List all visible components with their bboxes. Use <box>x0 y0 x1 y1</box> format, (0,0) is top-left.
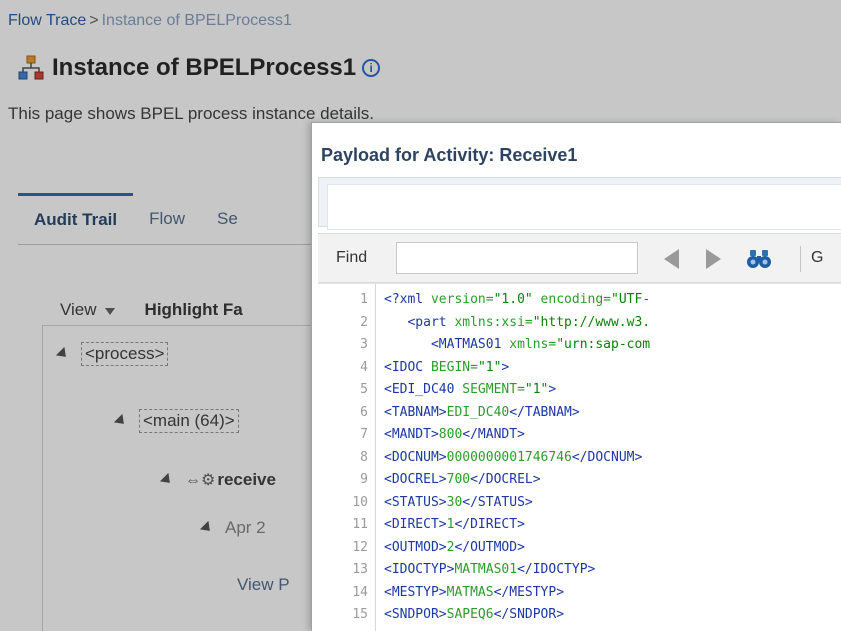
code-text: <part xmlns:xsi="http://www.w3. <box>407 314 651 330</box>
line-number: 3 <box>360 337 368 352</box>
line-number: 6 <box>360 404 368 420</box>
line-number: 11 <box>352 517 368 532</box>
line-number: 8 <box>360 449 368 465</box>
code-text: <STATUS>30</STATUS> <box>384 494 533 510</box>
line-number: 12 <box>352 539 368 555</box>
code-line: 15 <SNDPOR>SAPEQ6</SNDPOR> <box>318 607 564 623</box>
line-number: 14 <box>352 584 368 600</box>
code-text: <MESTYP>MATMAS</MESTYP> <box>384 584 565 600</box>
line-number: 10 <box>352 494 368 510</box>
dialog-header-band <box>318 177 841 230</box>
code-line: 5 <EDI_DC40 SEGMENT="1"> <box>318 382 556 398</box>
find-previous-icon[interactable] <box>658 246 684 272</box>
goto-label[interactable]: G <box>811 249 823 267</box>
binoculars-icon[interactable] <box>746 246 772 272</box>
code-line: 1 <?xml version="1.0" encoding="UTF- <box>318 292 650 308</box>
toolbar-divider <box>800 246 801 272</box>
line-number: 7 <box>360 427 368 442</box>
line-number: 4 <box>360 359 368 375</box>
code-text: <OUTMOD>2</OUTMOD> <box>384 539 525 555</box>
code-text: <DIRECT>1</DIRECT> <box>384 517 525 532</box>
code-text: <SNDPOR>SAPEQ6</SNDPOR> <box>384 607 565 622</box>
line-number: 15 <box>352 607 368 622</box>
line-number: 5 <box>360 382 368 397</box>
code-text: <TABNAM>EDI_DC40</TABNAM> <box>384 404 580 420</box>
code-text: <?xml version="1.0" encoding="UTF- <box>384 292 651 307</box>
code-line: 13 <IDOCTYP>MATMAS01</IDOCTYP> <box>318 562 595 578</box>
line-number: 2 <box>360 314 368 330</box>
find-input[interactable] <box>396 242 638 274</box>
find-next-icon[interactable] <box>700 246 726 272</box>
code-text: <MANDT>800</MANDT> <box>384 427 525 442</box>
code-text: <DOCNUM>0000000001746746</DOCNUM> <box>384 449 643 465</box>
code-text: <DOCREL>700</DOCREL> <box>384 472 541 487</box>
code-line: 10 <STATUS>30</STATUS> <box>318 494 533 511</box>
code-text: <IDOCTYP>MATMAS01</IDOCTYP> <box>384 562 596 577</box>
find-label: Find <box>336 249 368 266</box>
code-line: 2 <part xmlns:xsi="http://www.w3. <box>318 315 650 331</box>
code-text: <MATMAS01 xmlns="urn:sap-com <box>430 337 651 352</box>
payload-code-viewer[interactable]: 1 <?xml version="1.0" encoding="UTF- 2 <pa… <box>318 283 841 631</box>
line-number: 1 <box>360 292 368 307</box>
code-line: 11 <DIRECT>1</DIRECT> <box>318 517 525 533</box>
code-text: <IDOC BEGIN="1"> <box>384 359 510 375</box>
dialog-header-inner <box>327 184 841 230</box>
code-line: 3 <MATMAS01 xmlns="urn:sap-com <box>318 337 650 353</box>
find-bar: Find G <box>318 233 841 283</box>
code-line: 6 <TABNAM>EDI_DC40</TABNAM> <box>318 405 580 421</box>
code-line: 7 <MANDT>800</MANDT> <box>318 427 525 443</box>
code-line: 4 <IDOC BEGIN="1"> <box>318 360 509 376</box>
code-text: <EDI_DC40 SEGMENT="1"> <box>384 382 557 397</box>
code-line: 12 <OUTMOD>2</OUTMOD> <box>318 540 525 556</box>
payload-dialog: Payload for Activity: Receive1 Find G 1 <… <box>311 122 841 631</box>
code-line: 9 <DOCREL>700</DOCREL> <box>318 472 541 488</box>
code-line: 14 <MESTYP>MATMAS</MESTYP> <box>318 585 564 601</box>
line-number: 13 <box>352 562 368 577</box>
line-number: 9 <box>360 472 368 487</box>
dialog-title: Payload for Activity: Receive1 <box>321 145 578 165</box>
code-line: 8 <DOCNUM>0000000001746746</DOCNUM> <box>318 450 642 466</box>
